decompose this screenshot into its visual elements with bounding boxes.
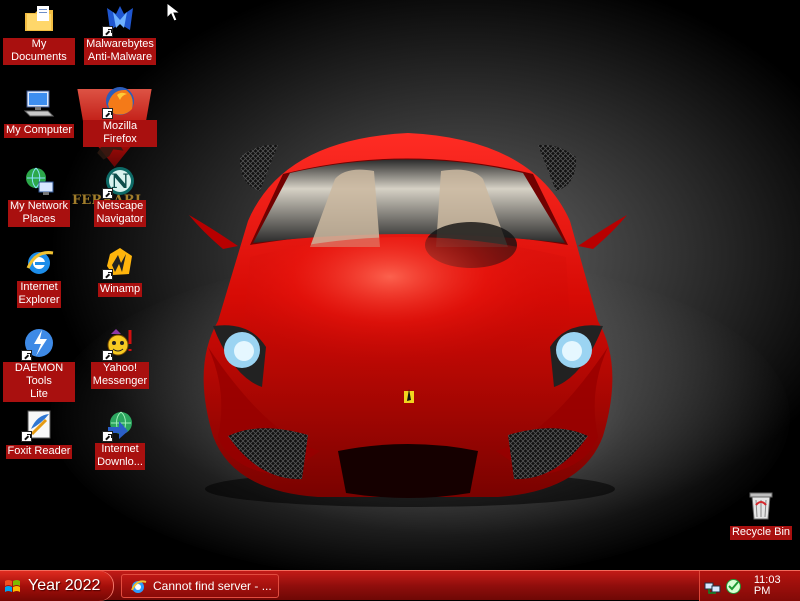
red-ferrari-wallpaper-car <box>189 133 627 507</box>
winamp-icon <box>102 245 137 280</box>
shortcut-arrow-icon <box>21 350 32 361</box>
yahoo-messenger-shortcut[interactable]: Yahoo! Messenger <box>84 326 156 389</box>
my-network-places-label: My Network Places <box>7 200 71 227</box>
download-manager-icon <box>102 407 137 442</box>
computer-icon <box>22 86 56 120</box>
system-clock[interactable]: 11:03 PM <box>754 575 800 597</box>
windows-flag-icon <box>5 579 20 592</box>
my-network-places-shortcut[interactable]: My Network Places <box>3 164 75 227</box>
shortcut-arrow-icon <box>102 26 113 37</box>
malwarebytes-shortcut[interactable]: Malwarebytes Anti-Malware <box>84 2 156 65</box>
netscape-navigator-label: Netscape Navigator <box>94 200 146 227</box>
start-button[interactable]: Year 2022 <box>0 571 114 601</box>
mozilla-firefox-shortcut[interactable]: Mozilla Firefox <box>83 84 157 147</box>
svg-text:N: N <box>111 169 129 193</box>
netscape-icon: N <box>102 164 137 199</box>
daemon-tools-shortcut[interactable]: DAEMON Tools Lite <box>3 326 75 402</box>
shortcut-arrow-icon <box>102 108 113 119</box>
shortcut-arrow-icon <box>21 431 32 442</box>
network-places-icon <box>22 164 56 198</box>
folder-documents-icon <box>22 2 56 36</box>
internet-download-manager-shortcut[interactable]: Internet Downlo... <box>84 407 156 470</box>
my-documents-shortcut[interactable]: My Documents <box>3 2 75 65</box>
malwarebytes-label: Malwarebytes Anti-Malware <box>84 38 156 65</box>
recycle-bin-shortcut[interactable]: Recycle Bin <box>726 488 796 540</box>
my-computer-label: My Computer <box>3 124 75 138</box>
shortcut-arrow-icon <box>102 350 113 361</box>
internet-explorer-task-icon <box>131 579 147 593</box>
security-shield-tray-icon[interactable] <box>725 578 742 595</box>
daemon-tools-label: DAEMON Tools Lite <box>3 362 75 402</box>
cannot-find-server-task[interactable]: Cannot find server - ... <box>121 574 279 598</box>
taskbar: Year 2022 Cannot find server - ... 11:03… <box>0 570 800 601</box>
winamp-shortcut[interactable]: Winamp <box>84 245 156 297</box>
daemon-tools-icon <box>21 326 56 361</box>
netscape-navigator-shortcut[interactable]: N Netscape Navigator <box>84 164 156 227</box>
active-task-label: Cannot find server - ... <box>153 579 272 593</box>
yahoo-messenger-label: Yahoo! Messenger <box>90 362 150 389</box>
start-label: Year 2022 <box>28 577 101 594</box>
foxit-reader-shortcut[interactable]: Foxit Reader <box>3 407 75 459</box>
internet-explorer-shortcut[interactable]: Internet Explorer <box>3 245 75 308</box>
internet-download-manager-label: Internet Downlo... <box>95 443 145 470</box>
my-documents-label: My Documents <box>3 38 75 65</box>
firefox-icon <box>102 84 137 119</box>
desktop[interactable]: FERRARI <box>0 0 800 570</box>
yahoo-messenger-icon <box>102 326 137 361</box>
foxit-reader-label: Foxit Reader <box>5 445 73 459</box>
shortcut-arrow-icon <box>102 269 113 280</box>
system-tray: 11:03 PM <box>699 571 800 601</box>
foxit-reader-icon <box>21 407 56 442</box>
recycle-bin-icon <box>744 488 778 522</box>
recycle-bin-label: Recycle Bin <box>729 526 793 540</box>
winamp-label: Winamp <box>97 283 143 297</box>
internet-explorer-label: Internet Explorer <box>16 281 62 308</box>
shortcut-arrow-icon <box>102 188 113 199</box>
malwarebytes-icon <box>102 2 137 37</box>
network-tray-icon[interactable] <box>704 578 721 595</box>
shortcut-arrow-icon <box>102 431 113 442</box>
mozilla-firefox-label: Mozilla Firefox <box>83 120 157 147</box>
my-computer-shortcut[interactable]: My Computer <box>3 86 75 138</box>
internet-explorer-icon <box>22 245 56 279</box>
mouse-pointer-icon <box>166 2 181 22</box>
